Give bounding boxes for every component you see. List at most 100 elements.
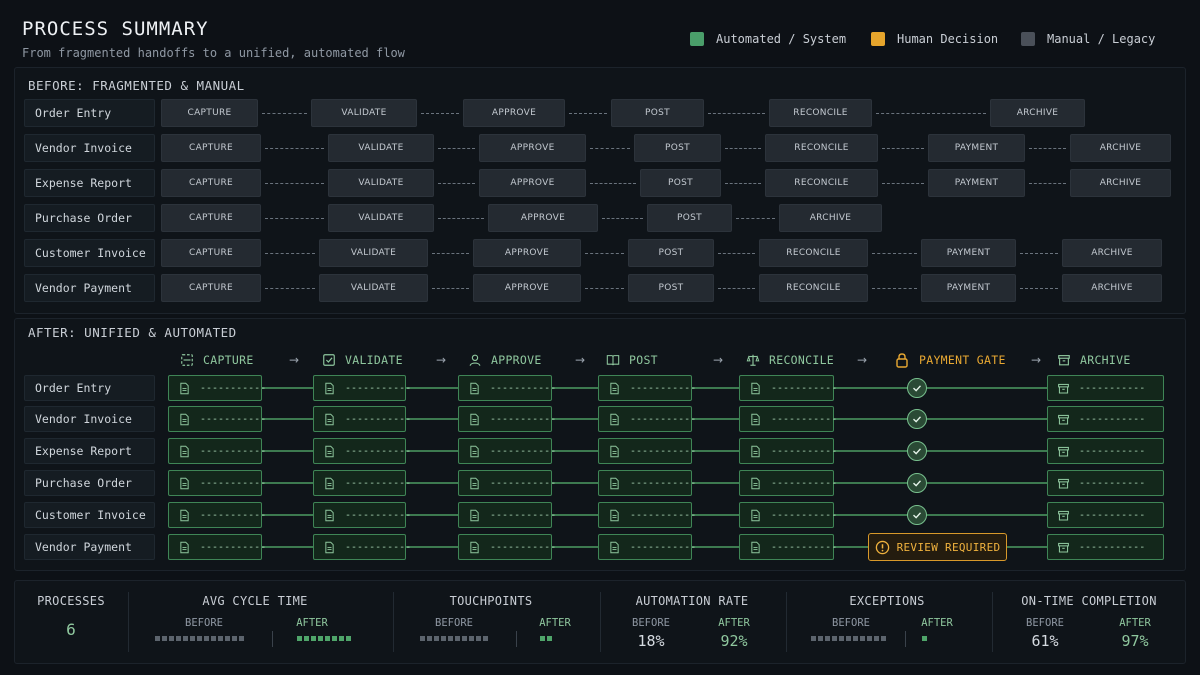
handoff-connector	[432, 253, 469, 254]
review-required-badge[interactable]: REVIEW REQUIRED	[868, 533, 1007, 561]
stat-automation-before-value: 18%	[637, 632, 665, 650]
handoff-connector	[265, 288, 315, 289]
bar-unit	[346, 636, 351, 641]
doc-icon	[470, 445, 479, 457]
after-step-placeholder: -----------	[630, 413, 697, 425]
stat-divider	[600, 592, 601, 652]
legend-automated: Automated / System	[690, 31, 846, 47]
after-step-capture: -----------	[168, 534, 266, 560]
handoff-connector	[882, 183, 924, 184]
after-step-approve: -----------	[458, 502, 556, 528]
bar-unit	[441, 636, 446, 641]
after-step-placeholder: -----------	[490, 477, 557, 489]
legend-label-human: Human Decision	[897, 32, 999, 46]
after-step-placeholder: -----------	[345, 541, 412, 553]
before-step-archive: ARCHIVE	[1070, 169, 1171, 197]
doc-icon	[610, 413, 619, 425]
after-step-approve: -----------	[458, 438, 556, 464]
stat-automation-after-label: AFTER	[718, 617, 750, 629]
after-step-post: -----------	[598, 534, 696, 560]
after-step-approve: -----------	[458, 375, 556, 401]
stat-exceptions-after-label: AFTER	[921, 617, 953, 629]
after-step-post: -----------	[598, 438, 696, 464]
column-header-capture: CAPTURE	[180, 350, 254, 370]
stat-automation-title: AUTOMATION RATE	[635, 594, 749, 608]
before-step-capture: CAPTURE	[161, 204, 261, 232]
before-step-validate: VALIDATE	[319, 274, 428, 302]
before-step-capture: CAPTURE	[161, 134, 261, 162]
after-step-placeholder: -----------	[771, 541, 838, 553]
doc-icon	[325, 509, 334, 521]
before-step-validate: VALIDATE	[319, 239, 428, 267]
legend-swatch-manual	[1021, 32, 1035, 46]
before-step-archive: ARCHIVE	[990, 99, 1085, 127]
stat-processes-title: PROCESSES	[37, 594, 105, 608]
stat-automation-before-label: BEFORE	[632, 617, 670, 629]
after-step-validate: -----------	[313, 470, 411, 496]
after-step-validate: -----------	[313, 502, 411, 528]
before-step-capture: CAPTURE	[161, 239, 261, 267]
legend-human: Human Decision	[871, 31, 998, 47]
bar-unit	[818, 636, 823, 641]
archive-icon	[1058, 383, 1069, 393]
doc-icon	[180, 477, 189, 489]
after-step-capture: -----------	[168, 438, 266, 464]
after-step-archive: -----------	[1047, 375, 1164, 401]
legend-swatch-human	[871, 32, 885, 46]
bar-unit	[825, 636, 830, 641]
after-step-archive: -----------	[1047, 438, 1164, 464]
bar-unit	[547, 636, 552, 641]
after-step-reconcile: -----------	[739, 375, 838, 401]
stat-exceptions-title: EXCEPTIONS	[849, 594, 925, 608]
doc-icon	[751, 477, 760, 489]
after-step-validate: -----------	[313, 438, 411, 464]
doc-icon	[470, 509, 479, 521]
gate-passed-badge	[907, 441, 927, 461]
bar-unit	[881, 636, 886, 641]
bar-unit	[155, 636, 160, 641]
bar-unit	[427, 636, 432, 641]
doc-icon	[751, 541, 760, 553]
after-step-reconcile: -----------	[739, 470, 837, 496]
bar-unit	[832, 636, 837, 641]
doc-icon	[325, 541, 334, 553]
after-step-capture: -----------	[168, 502, 266, 528]
before-step-capture: CAPTURE	[161, 169, 261, 197]
column-header-label: PAYMENT GATE	[919, 353, 1006, 367]
stat-automation-after-value: 92%	[720, 632, 748, 650]
before-step-reconcile: RECONCILE	[759, 239, 868, 267]
arrow-icon: →	[713, 353, 724, 367]
bar-unit	[455, 636, 460, 641]
after-step-placeholder: -----------	[200, 413, 267, 425]
before-row-label: Customer Invoice	[24, 239, 155, 267]
gate-passed-badge	[907, 473, 927, 493]
bar-unit	[225, 636, 230, 641]
doc-icon	[325, 382, 334, 394]
doc-icon	[751, 413, 760, 425]
bar-unit	[540, 636, 545, 641]
stat-touchpoints-after-bar	[540, 636, 552, 641]
bar-unit	[839, 636, 844, 641]
doc-icon	[325, 477, 334, 489]
after-step-placeholder: -----------	[771, 382, 838, 394]
before-step-post: POST	[634, 134, 721, 162]
before-step-reconcile: RECONCILE	[769, 99, 872, 127]
handoff-connector	[432, 288, 469, 289]
doc-icon	[610, 445, 619, 457]
bar-unit	[325, 636, 330, 641]
handoff-connector	[718, 288, 755, 289]
column-header-label: CAPTURE	[203, 353, 254, 367]
before-step-approve: APPROVE	[473, 274, 581, 302]
before-step-post: POST	[628, 274, 714, 302]
after-step-capture: -----------	[168, 406, 266, 432]
before-step-payment: PAYMENT	[921, 274, 1016, 302]
after-step-post: -----------	[598, 375, 696, 401]
handoff-connector	[725, 183, 761, 184]
before-step-reconcile: RECONCILE	[765, 169, 878, 197]
handoff-connector	[590, 183, 636, 184]
before-row-label: Vendor Invoice	[24, 134, 155, 162]
check-icon	[913, 416, 922, 423]
before-step-post: POST	[647, 204, 732, 232]
stat-touchpoints-after-label: AFTER	[539, 617, 571, 629]
after-step-placeholder: -----------	[490, 445, 557, 457]
